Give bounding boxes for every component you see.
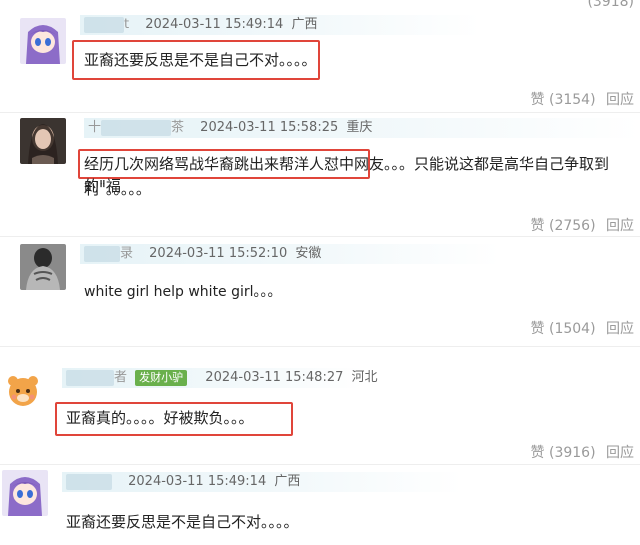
comment-text: 亚裔还要反思是不是自己不对。。。。 (84, 51, 317, 69)
like-button[interactable]: 赞 (1504) (531, 321, 596, 337)
reply-button[interactable]: 回应 (606, 321, 634, 337)
region: 安徽 (295, 246, 322, 261)
comment-text: white girl help white girl。。。 (84, 284, 282, 300)
like-label: 赞 (530, 92, 545, 108)
comment-text: 亚裔真的。。。。好被欺负。。。 (66, 409, 254, 427)
region: 重庆 (346, 120, 373, 135)
region: 河北 (351, 370, 378, 385)
like-button[interactable]: 赞 (3154) (531, 92, 596, 108)
comment-meta: 2024-03-11 15:49:14 广西 (66, 472, 300, 492)
comment-meta: 者 发财小驴 2024-03-11 15:48:27 河北 (66, 368, 378, 388)
comment-actions: 赞 (2756) 回应 (525, 215, 634, 235)
region: 广西 (274, 474, 301, 489)
user-badge: 发财小驴 (135, 369, 188, 386)
comment-actions: 赞 (3916) 回应 (525, 442, 634, 462)
username-suffix[interactable]: t (124, 17, 129, 32)
top-like-count[interactable]: (3918) (587, 0, 634, 10)
reply-button[interactable]: 回应 (606, 92, 634, 108)
reply-button[interactable]: 回应 (606, 218, 634, 234)
avatar[interactable] (2, 470, 48, 516)
username-prefix[interactable]: 十 (88, 120, 101, 135)
like-count: (3916) (548, 445, 596, 461)
divider (0, 346, 640, 347)
username-suffix[interactable]: 录 (120, 246, 133, 261)
avatar[interactable] (2, 370, 44, 412)
comment-meta: t 2024-03-11 15:49:14 广西 (84, 15, 317, 35)
username[interactable] (66, 369, 114, 386)
username[interactable] (84, 245, 120, 262)
timestamp: 2024-03-11 15:52:10 (149, 246, 288, 261)
like-label: 赞 (530, 445, 545, 461)
comment-text: 亚裔还要反思是不是自己不对。。。。 (66, 513, 299, 531)
avatar[interactable] (20, 18, 66, 64)
comment-text: 经历几次网络骂战华裔跳出来帮洋人怼中网友。。。只能说这都是高华自己争取到的"福 (84, 153, 640, 197)
timestamp: 2024-03-11 15:48:27 (205, 370, 344, 385)
like-label: 赞 (530, 218, 545, 234)
avatar[interactable] (20, 118, 66, 164)
comment-actions: 赞 (1504) 回应 (525, 318, 634, 338)
divider (0, 236, 640, 237)
timestamp: 2024-03-11 15:58:25 (200, 120, 339, 135)
timestamp: 2024-03-11 15:49:14 (145, 17, 284, 32)
like-button[interactable]: 赞 (2756) (531, 218, 596, 234)
username[interactable] (84, 16, 124, 33)
like-count: (2756) (548, 218, 596, 234)
comment-text-line2: 利"。。。。。 (84, 180, 151, 198)
like-count: (1504) (548, 321, 596, 337)
divider (0, 112, 640, 113)
timestamp: 2024-03-11 15:49:14 (128, 474, 267, 489)
top-actions: (3918) (581, 0, 634, 10)
comment-meta: 十 茶 2024-03-11 15:58:25 重庆 (88, 118, 372, 138)
username[interactable] (66, 473, 112, 490)
like-button[interactable]: 赞 (3916) (531, 445, 596, 461)
comment-meta: 录 2024-03-11 15:52:10 安徽 (84, 244, 321, 264)
divider (0, 464, 640, 465)
region: 广西 (291, 17, 318, 32)
username-suffix[interactable]: 茶 (171, 120, 184, 135)
username-suffix[interactable]: 者 (114, 370, 127, 385)
username[interactable] (101, 119, 172, 136)
like-label: 赞 (530, 321, 545, 337)
reply-button[interactable]: 回应 (606, 445, 634, 461)
like-count: (3154) (548, 92, 596, 108)
comment-text-highlighted: 经历几次网络骂战华裔跳出来帮洋人怼中网友。 (84, 155, 392, 173)
avatar[interactable] (20, 244, 66, 290)
comment-actions: 赞 (3154) 回应 (525, 89, 634, 109)
